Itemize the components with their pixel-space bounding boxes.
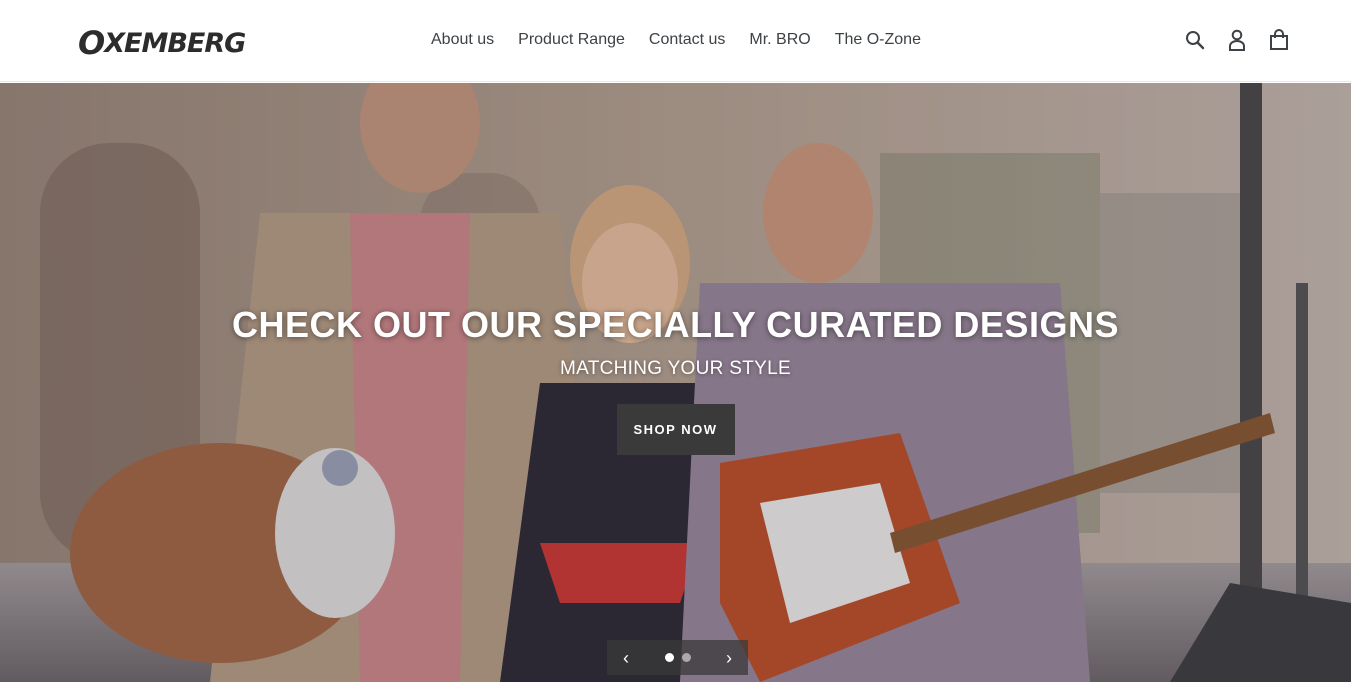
header-icons [1184, 28, 1290, 52]
hero-subheadline: MATCHING YOUR STYLE [560, 358, 791, 379]
nav-the-o-zone[interactable]: The O-Zone [823, 30, 933, 50]
hero-caption: CHECK OUT OUR SPECIALLY CURATED DESIGNS … [0, 304, 1351, 455]
nav-about-us[interactable]: About us [419, 30, 506, 50]
chevron-left-icon[interactable]: ‹ [623, 649, 629, 667]
slide-dots [664, 653, 691, 662]
brand-logo[interactable]: OXEMBERG [78, 22, 246, 62]
hero-headline: CHECK OUT OUR SPECIALLY CURATED DESIGNS [232, 304, 1119, 345]
hero-slideshow: CHECK OUT OUR SPECIALLY CURATED DESIGNS … [0, 83, 1351, 682]
slide-dot-2[interactable] [681, 653, 691, 662]
search-icon[interactable] [1184, 28, 1206, 52]
nav-product-range[interactable]: Product Range [506, 30, 637, 50]
slide-dot-1[interactable] [664, 653, 674, 662]
cart-icon[interactable] [1268, 28, 1290, 52]
account-icon[interactable] [1226, 28, 1248, 52]
slideshow-controls: ‹ › [607, 640, 748, 675]
nav-contact-us[interactable]: Contact us [637, 30, 737, 50]
site-header: OXEMBERG About us Product Range Contact … [0, 0, 1351, 82]
chevron-right-icon[interactable]: › [726, 649, 732, 667]
shop-now-button[interactable]: SHOP NOW [616, 404, 735, 455]
nav-mr-bro[interactable]: Mr. BRO [737, 30, 822, 50]
